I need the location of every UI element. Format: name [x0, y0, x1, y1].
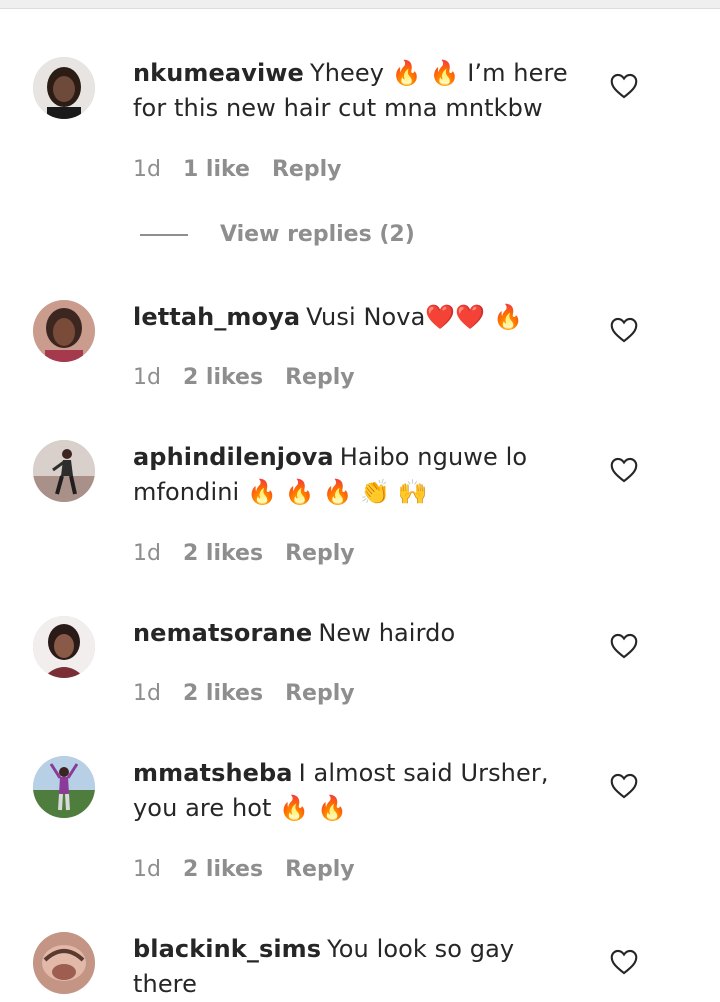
reply-button[interactable]: Reply	[285, 857, 355, 882]
comment-likes[interactable]: 2 likes	[183, 541, 263, 566]
avatar[interactable]	[33, 440, 95, 502]
comment-text: mmatsheba I almost said Ursher, you are h…	[133, 756, 583, 826]
comment-likes[interactable]: 2 likes	[183, 681, 263, 706]
heart-icon[interactable]	[610, 317, 638, 343]
view-replies-label[interactable]: View replies (2)	[220, 222, 415, 247]
comment-meta: 1d 2 likes Reply	[133, 679, 377, 709]
reply-button[interactable]: Reply	[272, 157, 342, 182]
comment-text: lettah_moya Vusi Nova❤️❤️ 🔥	[133, 300, 583, 335]
replies-divider	[140, 234, 188, 236]
reply-button[interactable]: Reply	[285, 365, 355, 390]
comment-text: nkumeaviwe Yheey 🔥 🔥 I’m here for this ne…	[133, 56, 583, 126]
comment-text: blackink_sims You look so gay there	[133, 932, 583, 1002]
avatar[interactable]	[33, 756, 95, 818]
avatar[interactable]	[33, 932, 95, 994]
top-divider	[0, 0, 720, 9]
comment-username[interactable]: blackink_sims	[133, 935, 321, 963]
view-replies-button[interactable]: View replies (2)	[140, 222, 415, 252]
comment-meta: 1d 2 likes Reply	[133, 363, 377, 393]
comment-text: nematsorane New hairdo	[133, 616, 583, 651]
heart-icon[interactable]	[610, 633, 638, 659]
comment-username[interactable]: mmatsheba	[133, 759, 293, 787]
comment-username[interactable]: aphindilenjova	[133, 443, 334, 471]
comment-text: aphindilenjova Haibo nguwe lo mfondini 🔥 …	[133, 440, 583, 510]
reply-button[interactable]: Reply	[285, 681, 355, 706]
comment-body: New hairdo	[318, 619, 456, 647]
comment-likes[interactable]: 1 like	[183, 157, 250, 182]
comment-username[interactable]: nematsorane	[133, 619, 312, 647]
comment-username[interactable]: nkumeaviwe	[133, 59, 304, 87]
comment-time: 1d	[133, 857, 161, 882]
comment-meta: 1d 2 likes Reply	[133, 855, 377, 885]
avatar[interactable]	[33, 616, 95, 678]
comment-time: 1d	[133, 541, 161, 566]
heart-icon[interactable]	[610, 73, 638, 99]
reply-button[interactable]: Reply	[285, 541, 355, 566]
avatar[interactable]	[33, 300, 95, 362]
comment-username[interactable]: lettah_moya	[133, 303, 300, 331]
comment-body: Vusi Nova❤️❤️ 🔥	[306, 303, 524, 331]
heart-icon[interactable]	[610, 773, 638, 799]
comment-time: 1d	[133, 365, 161, 390]
comment-meta: 1d 2 likes Reply	[133, 539, 377, 569]
comment-likes[interactable]: 2 likes	[183, 365, 263, 390]
comment-likes[interactable]: 2 likes	[183, 857, 263, 882]
comment-meta: 1d 1 like Reply	[133, 155, 363, 185]
avatar[interactable]	[33, 57, 95, 119]
comment-time: 1d	[133, 157, 161, 182]
comment-time: 1d	[133, 681, 161, 706]
heart-icon[interactable]	[610, 457, 638, 483]
heart-icon[interactable]	[610, 949, 638, 975]
